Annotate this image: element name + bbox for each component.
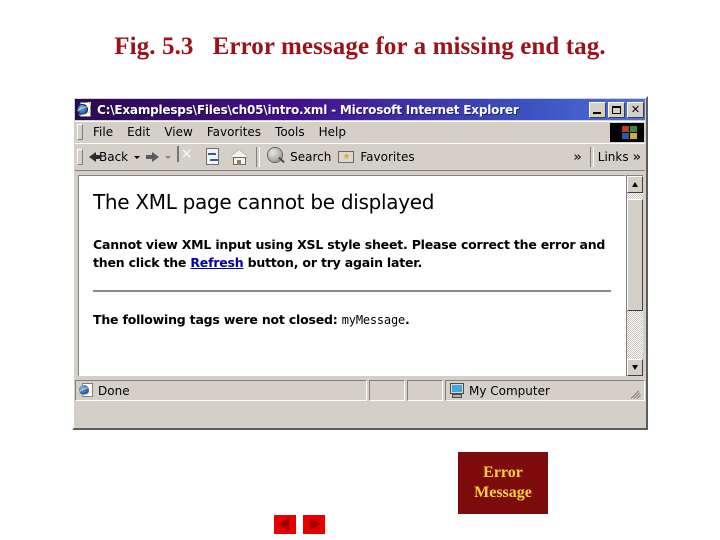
maximize-button[interactable] xyxy=(608,101,625,118)
home-icon xyxy=(229,147,249,167)
next-slide-button[interactable] xyxy=(303,515,325,534)
minimize-button[interactable] xyxy=(589,101,606,118)
close-button[interactable]: ✕ xyxy=(627,101,644,118)
refresh-icon xyxy=(203,147,223,167)
menu-item-view[interactable]: View xyxy=(157,123,199,141)
previous-slide-button[interactable] xyxy=(274,515,296,534)
arrow-right-icon xyxy=(146,152,160,162)
search-icon xyxy=(267,147,287,167)
resize-grip[interactable] xyxy=(630,387,642,399)
refresh-button[interactable] xyxy=(200,145,226,169)
divider xyxy=(93,290,611,293)
triangle-left-icon xyxy=(278,518,289,530)
back-dropdown-icon[interactable] xyxy=(134,155,141,159)
menu-item-favorites[interactable]: Favorites xyxy=(200,123,268,141)
slide-navigation xyxy=(274,515,325,534)
scroll-down-button[interactable] xyxy=(627,359,643,376)
status-bar: Done My Computer xyxy=(75,380,645,401)
search-button[interactable]: Search xyxy=(264,145,334,169)
favorites-button[interactable]: ★ Favorites xyxy=(334,145,417,169)
back-button[interactable]: Back xyxy=(86,145,131,169)
toolbar: Back Search ★ Favorites » Links » xyxy=(75,143,645,171)
stop-button[interactable] xyxy=(174,145,200,169)
vertical-scrollbar[interactable] xyxy=(626,175,643,376)
error-detail: The following tags were not closed: myMe… xyxy=(93,312,611,327)
status-panel: Done xyxy=(75,380,367,401)
security-zone-text: My Computer xyxy=(469,383,550,398)
page-document: The XML page cannot be displayed Cannot … xyxy=(78,175,626,376)
menu-bar-grip[interactable] xyxy=(77,124,83,140)
window-title: C:\Examplesps\Files\ch05\intro.xml - Mic… xyxy=(97,102,519,117)
error-detail-tag: myMessage xyxy=(341,313,405,328)
figure-caption: Fig. 5.3 Error message for a missing end… xyxy=(114,33,606,60)
arrow-left-icon xyxy=(89,152,101,162)
menu-item-tools[interactable]: Tools xyxy=(268,123,312,141)
toolbar-grip[interactable] xyxy=(77,149,83,165)
forward-button[interactable] xyxy=(143,145,162,169)
error-heading: The XML page cannot be displayed xyxy=(93,190,435,214)
links-overflow-chevron-icon[interactable]: » xyxy=(629,150,645,165)
windows-flag-icon xyxy=(610,122,644,142)
scrollbar-thumb[interactable] xyxy=(627,199,643,311)
toolbar-overflow-chevron-icon[interactable]: » xyxy=(569,150,585,165)
status-panel-blank-1 xyxy=(369,380,405,401)
content-area: The XML page cannot be displayed Cannot … xyxy=(75,172,645,378)
links-label: Links xyxy=(597,150,629,164)
scrollbar-track[interactable] xyxy=(627,193,643,359)
toolbar-separator xyxy=(256,147,261,167)
forward-dropdown-icon[interactable] xyxy=(165,155,172,159)
triangle-right-icon xyxy=(310,518,321,530)
links-separator xyxy=(589,147,594,167)
links-bar[interactable]: Links » xyxy=(598,145,645,169)
error-detail-prefix: The following tags were not closed: xyxy=(93,312,342,328)
refresh-link[interactable]: Refresh xyxy=(190,255,243,270)
error-detail-suffix: . xyxy=(405,312,410,328)
error-paragraph: Cannot view XML input using XSL style sh… xyxy=(93,236,611,272)
title-bar: C:\Examplesps\Files\ch05\intro.xml - Mic… xyxy=(75,99,645,120)
home-button[interactable] xyxy=(226,145,252,169)
annotation-line-2: Message xyxy=(474,484,532,501)
annotation-line-1: Error xyxy=(483,464,523,481)
status-panel-blank-2 xyxy=(407,380,443,401)
menu-item-file[interactable]: File xyxy=(86,123,120,141)
menu-bar: File Edit View Favorites Tools Help xyxy=(75,121,645,142)
internet-explorer-icon xyxy=(77,383,94,398)
menu-item-help[interactable]: Help xyxy=(312,123,353,141)
scroll-up-button[interactable] xyxy=(627,176,643,193)
browser-window: C:\Examplesps\Files\ch05\intro.xml - Mic… xyxy=(72,96,648,430)
security-zone-panel: My Computer xyxy=(445,380,645,401)
favorites-star-folder-icon: ★ xyxy=(337,147,357,167)
window-controls: ✕ xyxy=(589,101,644,118)
my-computer-icon xyxy=(449,383,465,398)
xml-document-icon xyxy=(75,101,93,118)
status-text: Done xyxy=(98,383,130,398)
stop-icon xyxy=(177,147,197,167)
annotation-error-message: Error Message xyxy=(458,452,548,514)
menu-item-edit[interactable]: Edit xyxy=(120,123,157,141)
error-paragraph-after-link: button, or try again later. xyxy=(243,255,423,271)
